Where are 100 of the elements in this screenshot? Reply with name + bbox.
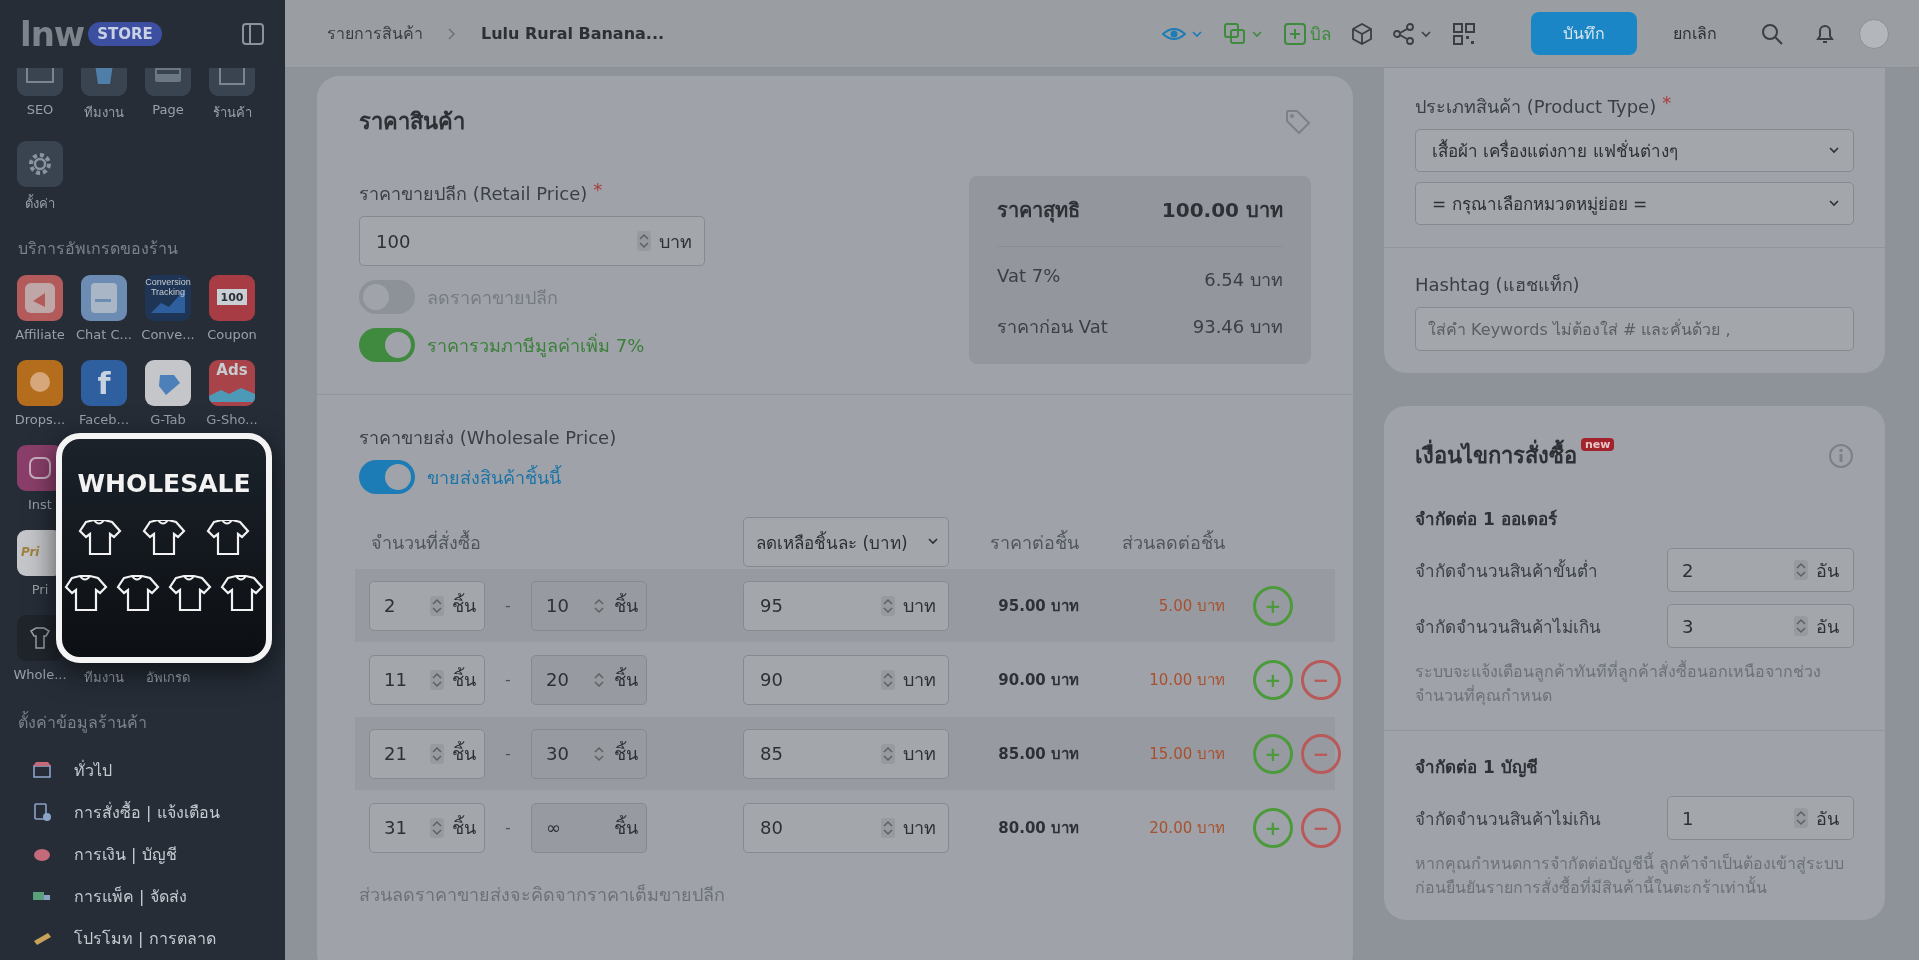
app-label[interactable]: G-Sho... bbox=[206, 412, 258, 427]
spinner-arrows-icon bbox=[1794, 616, 1808, 636]
spinner-arrows-icon bbox=[881, 817, 895, 838]
number-field[interactable]: 21 ชิ้น bbox=[369, 728, 485, 779]
number-field[interactable]: 90 บาท bbox=[743, 654, 949, 705]
number-field[interactable]: 2 อัน bbox=[1667, 548, 1854, 592]
team-app-icon[interactable] bbox=[81, 68, 127, 96]
affiliate-app-icon[interactable] bbox=[17, 275, 63, 321]
app-label[interactable]: ร้านค้า bbox=[212, 102, 252, 123]
app-label[interactable]: Conve... bbox=[141, 327, 195, 342]
spinner-arrows-icon bbox=[430, 817, 444, 838]
app-label[interactable]: ทีมงาน bbox=[84, 102, 124, 123]
number-field[interactable]: 31 ชิ้น bbox=[369, 802, 485, 853]
price-per-piece: 80.00 บาท bbox=[997, 817, 1079, 839]
field-label: ประเภทสินค้า (Product Type) bbox=[1415, 95, 1657, 119]
app-label[interactable]: Chat C... bbox=[76, 327, 132, 342]
app-label[interactable]: ตั้งค่า bbox=[25, 193, 55, 214]
tag-icon bbox=[1285, 108, 1311, 135]
gtab-app-icon[interactable] bbox=[145, 360, 191, 406]
app-label[interactable]: SEO bbox=[26, 102, 54, 117]
summary-label: ราคาก่อน Vat bbox=[997, 315, 1108, 339]
range-dash: - bbox=[504, 744, 512, 763]
field-label: ราคาขายปลีก (Retail Price) bbox=[359, 182, 588, 206]
column-header: ส่วนลดต่อชิ้น bbox=[1121, 529, 1225, 555]
section-title: บริการอัพเกรดของร้าน bbox=[17, 238, 179, 260]
number-field[interactable]: 100 บาท bbox=[359, 216, 705, 266]
app-icon[interactable]: f bbox=[81, 360, 127, 406]
number-field[interactable]: 85 บาท bbox=[743, 728, 949, 779]
chat-app-icon[interactable] bbox=[81, 275, 127, 321]
field-label: จำกัดจำนวนสินค้าไม่เกิน bbox=[1415, 615, 1601, 639]
order-menu-icon bbox=[32, 802, 52, 822]
icon-label: Ads bbox=[216, 362, 248, 379]
app-label[interactable]: Faceb... bbox=[78, 412, 129, 427]
number-field[interactable]: 95 บาท bbox=[743, 580, 949, 631]
summary-value: 6.54 บาท bbox=[1204, 268, 1283, 292]
app-label[interactable]: Inst bbox=[28, 497, 52, 512]
icon-label: Pri bbox=[21, 546, 40, 560]
summary-label: Vat 7% bbox=[997, 265, 1061, 288]
card-title: เงื่อนไขการสั่งซื้อ bbox=[1415, 438, 1577, 473]
menu-item[interactable]: โปรโมท | การตลาด bbox=[0, 917, 285, 959]
chevron-down-icon bbox=[928, 538, 940, 546]
discount-per-piece: 20.00 บาท bbox=[1148, 817, 1225, 839]
toggle-switch[interactable] bbox=[359, 328, 415, 362]
net-price-value: 100.00 บาท bbox=[1161, 197, 1283, 224]
app-icon[interactable]: 100 bbox=[209, 275, 255, 321]
number-field[interactable]: 2 ชิ้น bbox=[369, 580, 485, 631]
app-label[interactable]: Drops... bbox=[14, 412, 66, 427]
app-label[interactable]: Page bbox=[152, 102, 184, 117]
field-label: จำกัดจำนวนสินค้าขั้นต่ำ bbox=[1415, 558, 1598, 583]
spinner-arrows-icon bbox=[430, 743, 444, 764]
number-field[interactable]: 11 ชิ้น bbox=[369, 654, 485, 705]
app-label[interactable]: อัพเกรด bbox=[146, 667, 190, 688]
settings-app-icon[interactable] bbox=[17, 141, 63, 187]
app-label[interactable]: G-Tab bbox=[150, 412, 186, 427]
box-button[interactable] bbox=[1351, 22, 1373, 45]
save-button[interactable]: บันทึก bbox=[1531, 12, 1637, 55]
shop-app-icon[interactable] bbox=[209, 68, 255, 96]
number-field[interactable]: 80 บาท bbox=[743, 802, 949, 853]
wholesale-app-icon[interactable] bbox=[17, 615, 63, 661]
page-app-icon[interactable] bbox=[145, 68, 191, 96]
cancel-button[interactable]: ยกเลิก bbox=[1667, 20, 1723, 47]
discount-per-piece: 10.00 บาท bbox=[1148, 669, 1225, 691]
section-title: จำกัดต่อ 1 บัญชี bbox=[1415, 756, 1539, 780]
number-field[interactable]: 3 อัน bbox=[1667, 604, 1854, 648]
app-label[interactable]: Whole... bbox=[13, 667, 67, 682]
menu-item[interactable]: ทั่วไป bbox=[0, 749, 285, 791]
menu-item[interactable]: การเงิน | บัญชี bbox=[0, 833, 285, 875]
spinner-arrows-icon bbox=[1794, 808, 1808, 828]
app-label[interactable]: Pri bbox=[31, 582, 49, 597]
number-field[interactable]: 1 อัน bbox=[1667, 796, 1854, 840]
required-mark: * bbox=[593, 179, 603, 200]
notifications-button[interactable] bbox=[1815, 22, 1835, 45]
menu-item[interactable]: การแพ็ค | จัดส่ง bbox=[0, 875, 285, 917]
range-dash: - bbox=[504, 596, 512, 615]
hashtag-input[interactable]: ใส่คำ Keywords ไม่ต้องใส่ # และคั่นด้วย , bbox=[1415, 307, 1854, 351]
breadcrumb-link[interactable]: รายการสินค้า bbox=[327, 21, 423, 46]
new-badge: new bbox=[1581, 438, 1615, 451]
app-label[interactable]: ทีมงาน bbox=[84, 667, 124, 688]
app-icon[interactable]: Conversion Tracking bbox=[145, 275, 191, 321]
search-button[interactable] bbox=[1761, 22, 1783, 45]
chart-line-icon bbox=[209, 388, 255, 402]
discount-mode-select[interactable]: ลดเหลือชิ้นละ (บาท) bbox=[743, 517, 949, 567]
card-title: ราคาสินค้า bbox=[359, 108, 465, 136]
app-icon[interactable]: Ads bbox=[209, 360, 255, 406]
icon-label: f bbox=[97, 366, 111, 400]
product-type-select[interactable]: = กรุณาเลือกหมวดหมู่ย่อย = bbox=[1415, 182, 1854, 225]
column-header: ราคาต่อชิ้น bbox=[989, 529, 1079, 555]
range-dash: - bbox=[504, 818, 512, 837]
seo-app-icon[interactable] bbox=[17, 68, 63, 96]
menu-item[interactable]: การสั่งซื้อ | แจ้งเตือน bbox=[0, 791, 285, 833]
app-label[interactable]: Coupon bbox=[207, 327, 257, 342]
spinner-arrows-icon bbox=[881, 743, 895, 764]
toggle-switch[interactable] bbox=[359, 460, 415, 494]
qr-code-button[interactable] bbox=[1453, 22, 1475, 45]
toggle-label: ขายส่งสินค้าชิ้นนี้ bbox=[427, 464, 561, 490]
share-dropdown-button[interactable] bbox=[1393, 22, 1433, 45]
app-label[interactable]: Affiliate bbox=[15, 327, 65, 342]
dropship-app-icon[interactable] bbox=[17, 360, 63, 406]
product-type-select[interactable]: เสื้อผ้า เครื่องแต่งกาย แฟชั่นต่างๆ bbox=[1415, 129, 1854, 172]
chevron-down-icon bbox=[1829, 199, 1841, 208]
